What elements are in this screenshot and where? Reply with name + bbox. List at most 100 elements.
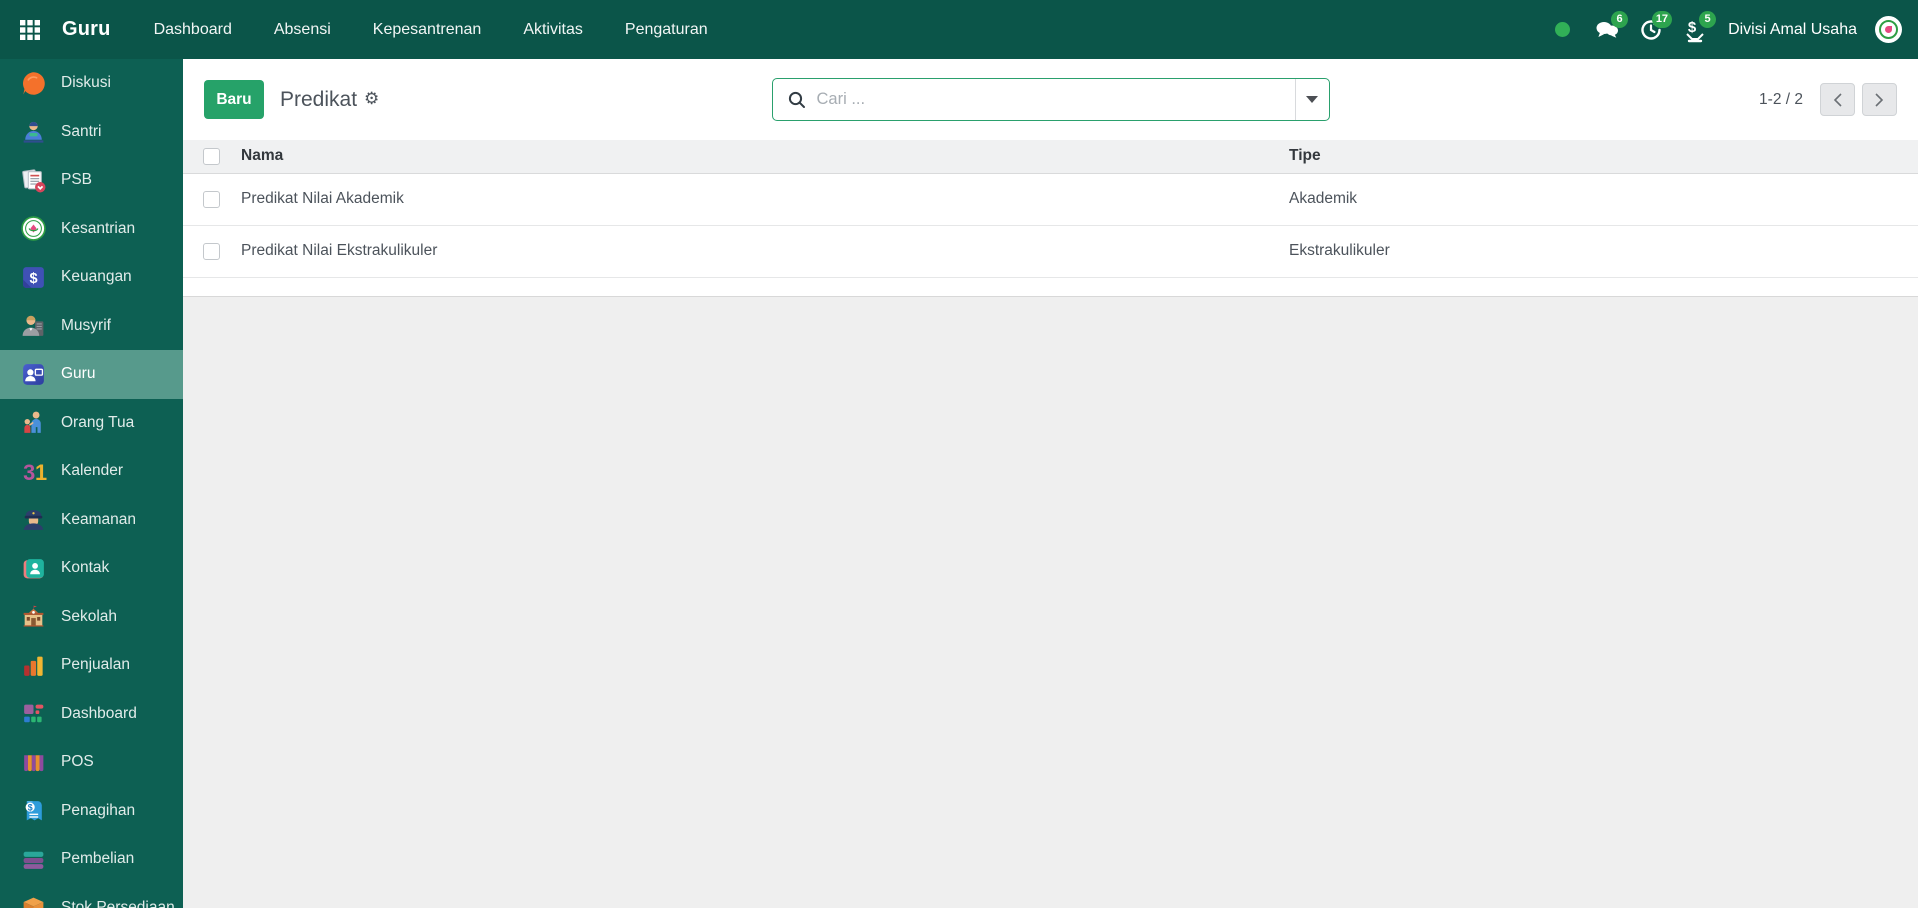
stok-box-icon <box>20 894 47 908</box>
sidebar-item-label: Guru <box>61 365 96 383</box>
breadcrumb: Predikat ⚙ <box>280 88 379 112</box>
row-checkbox[interactable] <box>203 190 220 208</box>
avatar-emblem-icon <box>1879 20 1898 39</box>
svg-text:$: $ <box>28 803 33 813</box>
sidebar-item-label: Pembelian <box>61 850 135 868</box>
row-name-cell[interactable]: Predikat Nilai Ekstrakulikuler <box>225 225 1289 278</box>
kalender-31-icon: 31 <box>20 458 47 485</box>
sidebar-item-pos[interactable]: POS <box>0 738 183 787</box>
sidebar-item-label: POS <box>61 753 94 771</box>
sidebar-item-label: PSB <box>61 171 93 189</box>
sidebar-item-penjualan[interactable]: Penjualan <box>0 641 183 690</box>
sales-money-icon[interactable]: $ 5 <box>1678 10 1717 47</box>
menu-item-aktivitas[interactable]: Aktivitas <box>502 0 604 59</box>
pager-range: 1-2 / 2 <box>1759 90 1803 108</box>
penagihan-invoice-icon: $ <box>20 797 47 824</box>
sidebar-item-orang-tua[interactable]: Orang Tua <box>0 399 183 448</box>
keuangan-dollar-icon: $ <box>20 264 47 291</box>
top-navbar: Guru Dashboard Absensi Kepesantrenan Akt… <box>0 0 1918 59</box>
sidebar-item-penagihan[interactable]: $ Penagihan <box>0 787 183 836</box>
column-header-nama[interactable]: Nama <box>225 140 1289 174</box>
svg-text:$: $ <box>29 271 37 287</box>
sidebar-item-label: Keamanan <box>61 510 136 528</box>
sidebar-item-label: Kesantrian <box>61 219 136 237</box>
menu-item-absensi[interactable]: Absensi <box>253 0 352 59</box>
activities-badge: 17 <box>1651 10 1673 28</box>
sidebar-item-label: Dashboard <box>61 704 137 722</box>
search-input[interactable] <box>816 79 1295 120</box>
sidebar-item-psb[interactable]: PSB <box>0 156 183 205</box>
sidebar-item-keamanan[interactable]: Keamanan <box>0 496 183 545</box>
messages-icon[interactable]: 6 <box>1590 10 1629 47</box>
sidebar-item-label: Penjualan <box>61 656 130 674</box>
search-bar <box>771 78 1330 121</box>
main-content: Baru Predikat ⚙ 1-2 / 2 <box>183 59 1918 908</box>
pos-awning-icon <box>20 749 47 776</box>
sidebar-item-label: Sekolah <box>61 607 118 625</box>
musyrif-person-icon <box>20 312 47 339</box>
sidebar-item-kesantrian[interactable]: Kesantrian <box>0 205 183 254</box>
table-row[interactable]: Predikat Nilai Akademik Akademik <box>183 173 1918 226</box>
column-header-tipe[interactable]: Tipe <box>1289 140 1918 174</box>
psb-documents-icon <box>20 167 47 194</box>
sidebar-item-santri[interactable]: Santri <box>0 108 183 157</box>
table-row[interactable]: Predikat Nilai Ekstrakulikuler Ekstrakul… <box>183 225 1918 278</box>
search-options-toggle[interactable] <box>1294 79 1329 120</box>
sidebar-item-label: Orang Tua <box>61 413 135 431</box>
control-panel: Baru Predikat ⚙ 1-2 / 2 <box>183 59 1918 140</box>
list-header-row: Nama Tipe <box>183 140 1918 174</box>
orang-tua-family-icon <box>20 409 47 436</box>
user-menu[interactable]: Divisi Amal Usaha <box>1728 21 1857 39</box>
sidebar-item-kontak[interactable]: Kontak <box>0 544 183 593</box>
kontak-contact-icon <box>20 555 47 582</box>
svg-text:$: $ <box>1688 19 1697 36</box>
menu-item-dashboard[interactable]: Dashboard <box>133 0 253 59</box>
sidebar-item-label: Penagihan <box>61 801 136 819</box>
user-avatar[interactable] <box>1875 16 1902 43</box>
menu-item-kepesantrenan[interactable]: Kepesantrenan <box>352 0 503 59</box>
sidebar-item-pembelian[interactable]: Pembelian <box>0 835 183 884</box>
menu-item-pengaturan[interactable]: Pengaturan <box>604 0 729 59</box>
sales-badge: 5 <box>1699 10 1717 28</box>
sidebar-item-label: Musyrif <box>61 316 111 334</box>
keamanan-officer-icon <box>20 506 47 533</box>
sidebar-item-stok-persediaan[interactable]: Stok Persediaan <box>0 884 183 908</box>
search-icon <box>787 90 807 110</box>
settings-gear-icon[interactable]: ⚙ <box>364 91 379 108</box>
activities-clock-icon[interactable]: 17 <box>1634 10 1673 47</box>
new-record-button[interactable]: Baru <box>204 80 264 119</box>
select-all-checkbox[interactable] <box>203 147 220 165</box>
row-type-cell[interactable]: Akademik <box>1289 173 1918 226</box>
svg-text:3: 3 <box>23 460 35 485</box>
sidebar-item-label: Keuangan <box>61 268 132 286</box>
sidebar-item-guru[interactable]: Guru <box>0 350 183 399</box>
penjualan-chart-icon <box>20 652 47 679</box>
apps-grid-icon[interactable] <box>8 0 52 59</box>
sidebar-item-musyrif[interactable]: Musyrif <box>0 302 183 351</box>
sidebar-item-keuangan[interactable]: $ Keuangan <box>0 253 183 302</box>
pager-next-button[interactable] <box>1862 83 1897 116</box>
sidebar-item-sekolah[interactable]: Sekolah <box>0 593 183 642</box>
svg-text:1: 1 <box>35 460 47 485</box>
row-name-cell[interactable]: Predikat Nilai Akademik <box>225 173 1289 226</box>
kesantrian-emblem-icon <box>20 215 47 242</box>
discuss-bubble-icon <box>20 70 47 97</box>
messages-badge: 6 <box>1611 10 1629 28</box>
sidebar-item-label: Diskusi <box>61 74 111 92</box>
dashboard-tiles-icon <box>20 700 47 727</box>
sidebar-item-label: Kontak <box>61 559 110 577</box>
pager-previous-button[interactable] <box>1820 83 1855 116</box>
current-app-name[interactable]: Guru <box>62 18 111 41</box>
row-checkbox[interactable] <box>203 242 220 260</box>
sidebar-item-dashboard[interactable]: Dashboard <box>0 690 183 739</box>
sidebar-item-label: Santri <box>61 122 102 140</box>
sidebar-item-label: Stok Persediaan <box>61 898 175 908</box>
row-type-cell[interactable]: Ekstrakulikuler <box>1289 225 1918 278</box>
pager: 1-2 / 2 <box>1759 83 1897 116</box>
santri-person-icon <box>20 118 47 145</box>
sidebar-item-diskusi[interactable]: Diskusi <box>0 59 183 108</box>
sidebar-item-label: Kalender <box>61 462 124 480</box>
sidebar-item-kalender[interactable]: 31 Kalender <box>0 447 183 496</box>
chevron-down-icon <box>1306 96 1318 103</box>
presence-dot <box>1555 22 1571 37</box>
